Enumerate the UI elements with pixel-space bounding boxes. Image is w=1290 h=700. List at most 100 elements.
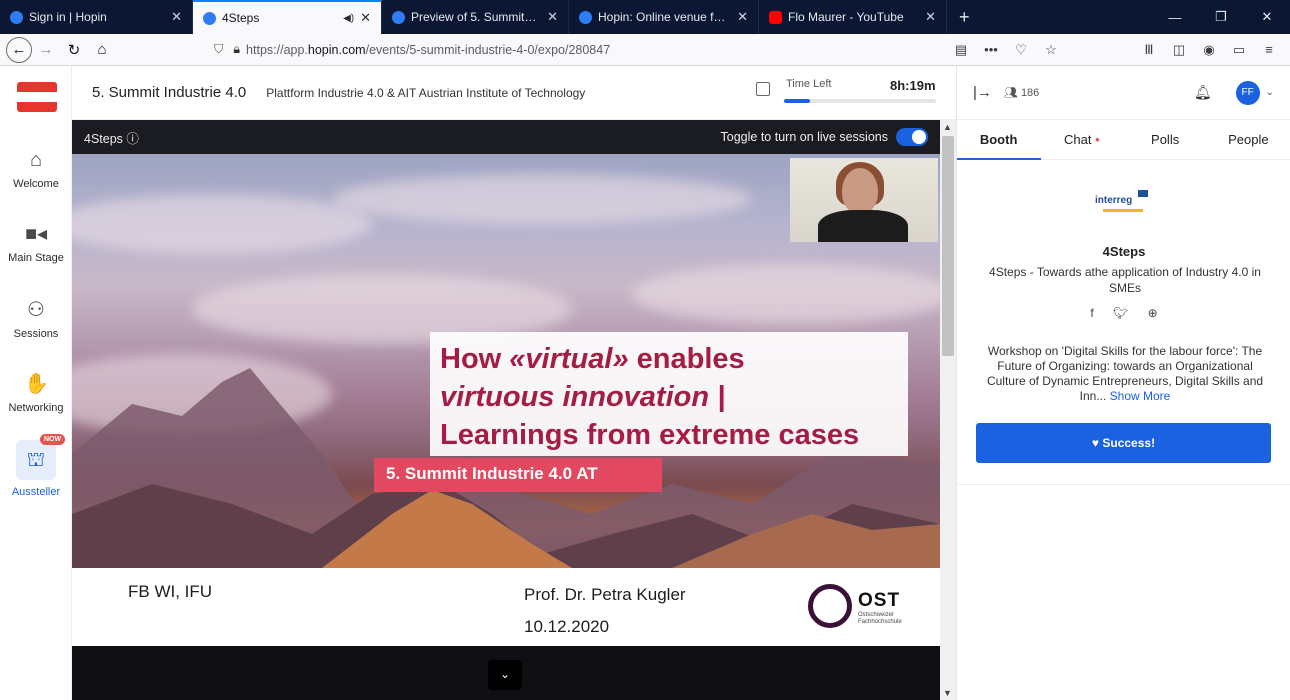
- collapse-panel-icon[interactable]: |→: [973, 84, 992, 101]
- tab-chat[interactable]: Chat •: [1040, 132, 1123, 147]
- close-tab-icon[interactable]: ✕: [925, 9, 936, 25]
- headline-text: How: [440, 343, 510, 375]
- avatar[interactable]: FF: [1235, 80, 1260, 105]
- close-tab-icon[interactable]: ✕: [547, 9, 558, 25]
- window-controls: — ❐ ✕: [1152, 0, 1290, 34]
- close-window-icon[interactable]: ✕: [1244, 9, 1290, 25]
- time-left-progress: [784, 99, 936, 103]
- url-host: hopin.com: [307, 42, 366, 57]
- video-header: 4Steps ⓘ Toggle to turn on live sessions: [72, 120, 940, 154]
- page-actions-icon[interactable]: •••: [976, 42, 1006, 57]
- panel-tabs: Booth Chat • Polls People: [957, 120, 1290, 160]
- tab-people[interactable]: People: [1207, 132, 1290, 147]
- account-icon[interactable]: ◉: [1194, 42, 1224, 58]
- extension-icon[interactable]: ▭: [1224, 42, 1254, 58]
- nav-aussteller[interactable]: ⛫ NOW Aussteller: [0, 434, 72, 498]
- nav-sessions[interactable]: ⚇ Sessions: [0, 298, 72, 340]
- time-left-label: Time Left: [786, 78, 832, 90]
- event-header: 5. Summit Industrie 4.0 Plattform Indust…: [72, 66, 956, 120]
- sidebar-icon[interactable]: ◫: [1164, 42, 1194, 58]
- live-sessions-toggle[interactable]: [896, 128, 928, 146]
- tab-label: Sign in | Hopin: [29, 10, 107, 24]
- back-arrow-icon[interactable]: ←: [6, 36, 32, 63]
- menu-icon[interactable]: ≡: [1254, 42, 1284, 57]
- browser-tab-preview[interactable]: Preview of 5. Summit Industrie ✕: [382, 0, 569, 34]
- globe-icon[interactable]: ⊕: [1148, 306, 1158, 320]
- booth-description: Workshop on 'Digital Skills for the labo…: [977, 344, 1273, 404]
- attendee-count: 👥︎ 186: [1003, 87, 1040, 99]
- show-more-link[interactable]: Show More: [1110, 389, 1171, 403]
- bookmark-star-icon[interactable]: ☆: [1036, 42, 1066, 58]
- bell-icon[interactable]: 🔔︎: [1194, 84, 1212, 101]
- nav-label: Networking: [8, 402, 64, 414]
- browser-tab-4steps[interactable]: 4Steps ◀) ✕: [193, 0, 382, 34]
- url-bar[interactable]: ⛉ 🔒︎ https://app. hopin.com/events/5-summ…: [214, 37, 974, 63]
- success-label: Success!: [1102, 436, 1156, 450]
- success-button[interactable]: ♥ Success!: [976, 423, 1271, 463]
- nav-welcome[interactable]: ⌂ Welcome: [0, 148, 72, 190]
- lock-icon: 🔒︎: [233, 42, 241, 56]
- library-icon[interactable]: Ⅲ: [1134, 42, 1164, 58]
- expand-chevron-button[interactable]: ⌄: [488, 660, 522, 690]
- divider: [957, 484, 1290, 485]
- scroll-down-arrow-icon[interactable]: ▼: [943, 688, 952, 698]
- live-toggle-label: Toggle to turn on live sessions: [720, 130, 888, 144]
- main-scrollbar[interactable]: ▲ ▼: [940, 120, 956, 700]
- reload-icon[interactable]: ↻: [60, 36, 88, 64]
- restore-icon[interactable]: ❐: [1198, 9, 1244, 25]
- video-player[interactable]: How «virtual» enables virtuous innovatio…: [72, 154, 940, 646]
- calendar-icon: [756, 82, 770, 96]
- nav-main-stage[interactable]: ■◂ Main Stage: [0, 222, 72, 264]
- nav-label: Sessions: [13, 328, 59, 340]
- close-tab-icon[interactable]: ✕: [737, 9, 748, 25]
- scroll-thumb[interactable]: [942, 136, 954, 356]
- nav-label: Aussteller: [11, 486, 61, 498]
- tab-booth[interactable]: Booth: [957, 132, 1040, 147]
- tab-label: Preview of 5. Summit Industrie: [411, 10, 539, 24]
- speaker-webcam: [790, 158, 938, 242]
- active-tab-indicator: [957, 158, 1041, 160]
- booth-tagline: 4Steps - Towards athe application of Ind…: [989, 265, 1261, 295]
- booth-name: 4Steps: [1102, 244, 1146, 259]
- browser-tab-strip: Sign in | Hopin ✕ 4Steps ◀) ✕ Preview of…: [0, 0, 1290, 34]
- url-path: /events/5-summit-industrie-4-0/expo/2808…: [365, 42, 611, 57]
- close-tab-icon[interactable]: ✕: [360, 10, 371, 26]
- speaker-name: Prof. Dr. Petra Kugler: [524, 585, 686, 604]
- people-group-icon: ⚇: [27, 299, 45, 321]
- browser-tab-youtube[interactable]: Flo Maurer - YouTube ✕: [759, 0, 947, 34]
- browser-tab-hopin-venue[interactable]: Hopin: Online venue for virtual ✕: [569, 0, 759, 34]
- time-left-value: 8h:19m: [890, 78, 936, 93]
- home-icon[interactable]: ⌂: [88, 36, 116, 64]
- tab-polls[interactable]: Polls: [1124, 132, 1207, 147]
- reader-view-icon[interactable]: ▤: [946, 42, 976, 58]
- handshake-icon: ✋: [24, 373, 49, 395]
- ost-name: OST: [858, 590, 901, 611]
- speaker-icon[interactable]: ◀): [343, 13, 354, 24]
- slide-footer-speaker: Prof. Dr. Petra Kugler 10.12.2020: [524, 582, 686, 640]
- booth-label[interactable]: 4Steps ⓘ: [84, 128, 139, 147]
- twitter-icon[interactable]: 🐦︎: [1113, 306, 1128, 320]
- headline-text: enables: [628, 343, 745, 375]
- hopin-favicon-icon: [579, 10, 592, 24]
- headline-line-2: virtuous innovation |: [440, 381, 726, 413]
- right-panel-header: |→ 👥︎ 186 🔔︎ FF ⌄: [957, 66, 1290, 120]
- shield-icon[interactable]: ⛉: [214, 42, 223, 57]
- social-links: f 🐦︎ ⊕: [957, 306, 1290, 320]
- browser-tab-sign-in[interactable]: Sign in | Hopin ✕: [0, 0, 193, 34]
- pocket-icon[interactable]: ♡: [1006, 42, 1036, 58]
- event-organizer: Plattform Industrie 4.0 & AIT Austrian I…: [266, 85, 586, 100]
- scroll-up-arrow-icon[interactable]: ▲: [943, 122, 952, 132]
- booth-icon: ⛫: [16, 440, 56, 480]
- chevron-down-icon[interactable]: ⌄: [1266, 87, 1274, 98]
- forward-arrow-icon[interactable]: →: [32, 36, 60, 64]
- ost-logo: OST Ostschweizer Fachhochschule: [808, 582, 928, 634]
- people-icon: 👥︎: [1003, 87, 1021, 99]
- minimize-icon[interactable]: —: [1152, 10, 1198, 25]
- slide-headline: How «virtual» enables virtuous innovatio…: [430, 332, 908, 456]
- home-icon: ⌂: [29, 149, 43, 171]
- new-tab-button[interactable]: +: [947, 0, 982, 34]
- unread-dot: •: [1095, 132, 1100, 147]
- close-tab-icon[interactable]: ✕: [171, 9, 182, 25]
- facebook-icon[interactable]: f: [1090, 306, 1093, 320]
- nav-networking[interactable]: ✋ Networking: [0, 372, 72, 414]
